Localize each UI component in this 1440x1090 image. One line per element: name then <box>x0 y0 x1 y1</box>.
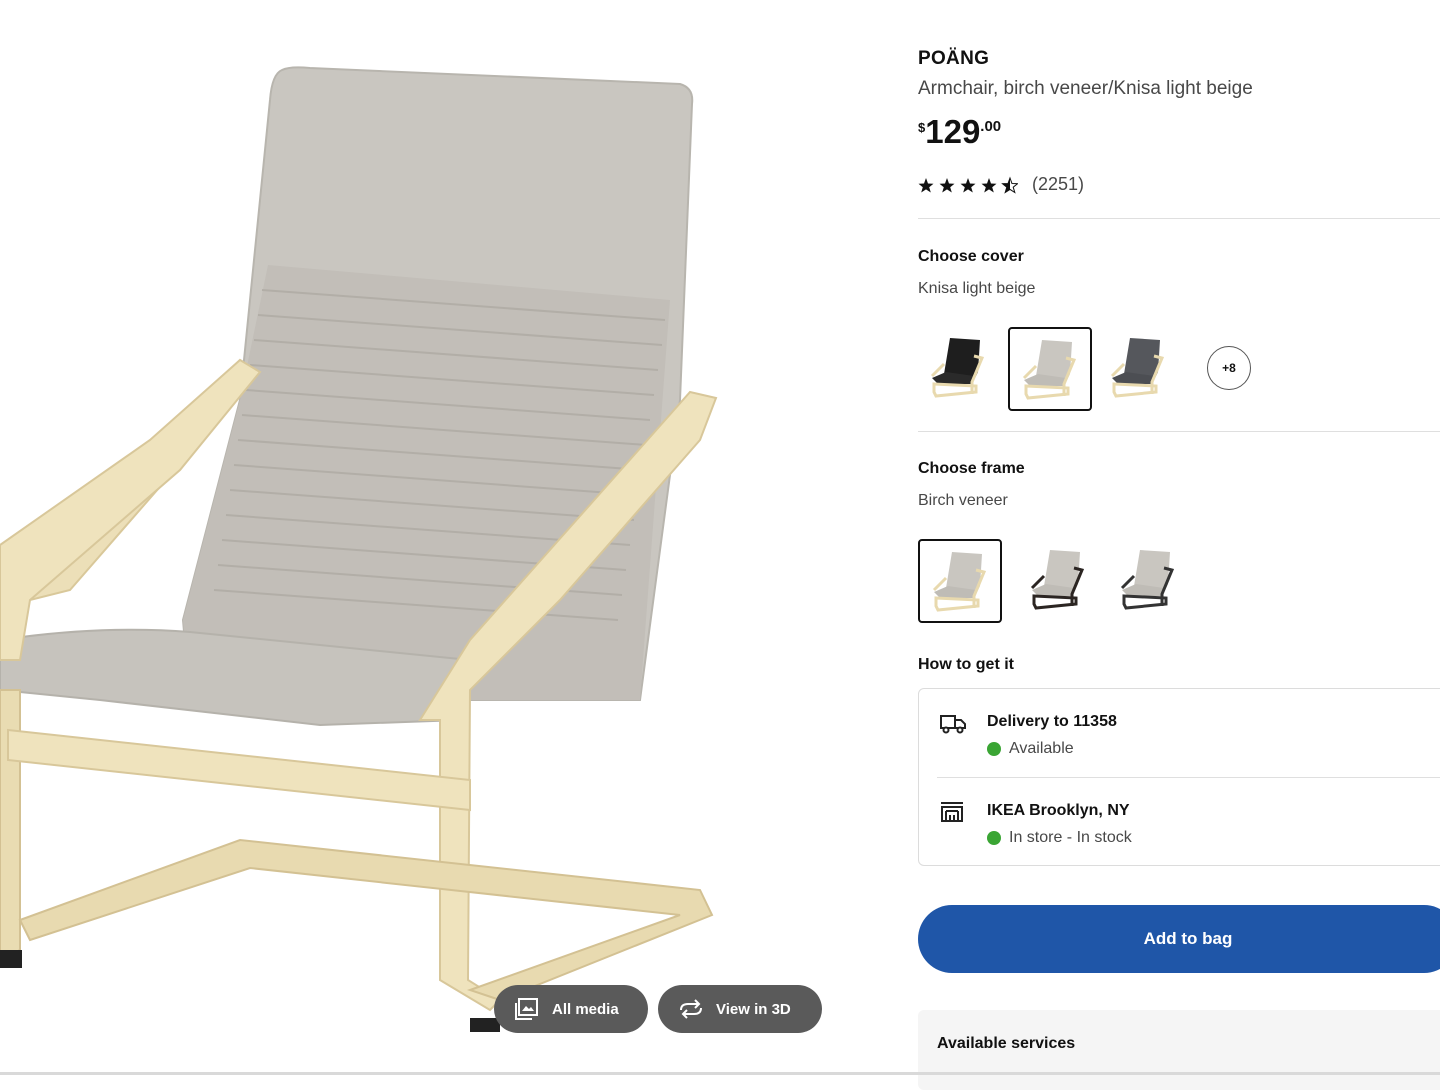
more-covers-button[interactable]: +8 <box>1207 346 1251 390</box>
product-price: $ 129 .00 <box>918 114 1001 150</box>
product-description: Armchair, birch veneer/Knisa light beige <box>918 78 1253 99</box>
rotate-3d-icon <box>680 999 702 1019</box>
frame-swatch-black-brown[interactable] <box>1018 539 1098 619</box>
store-icon <box>941 802 963 822</box>
store-status: In store - In stock <box>987 829 1132 847</box>
product-rating[interactable]: (2251) <box>918 174 1084 195</box>
available-services-section[interactable]: Available services <box>918 1010 1440 1090</box>
available-services-heading: Available services <box>937 1035 1076 1052</box>
selected-frame-label: Birch veneer <box>918 492 1008 509</box>
product-name: POÄNG <box>918 48 990 69</box>
divider <box>918 218 1440 219</box>
price-currency: $ <box>918 120 926 135</box>
add-to-bag-button[interactable]: Add to bag <box>918 905 1440 973</box>
status-dot-icon <box>987 742 1001 756</box>
store-status-text: In store - In stock <box>1009 829 1132 846</box>
chair-thumbnail-icon <box>1022 340 1077 400</box>
frame-swatch-birch[interactable] <box>918 539 1002 623</box>
star-rating-icon <box>918 177 1018 193</box>
choose-cover-heading: Choose cover <box>918 248 1024 265</box>
truck-icon <box>940 715 966 734</box>
chair-thumbnail-icon <box>1120 550 1175 610</box>
status-dot-icon <box>987 831 1001 845</box>
rating-count: (2251) <box>1032 174 1085 194</box>
how-to-get-heading: How to get it <box>918 656 1014 673</box>
view-in-3d-button[interactable]: View in 3D <box>658 985 822 1033</box>
chair-thumbnail-icon <box>930 338 985 398</box>
cover-swatch-light-beige[interactable] <box>1008 327 1092 411</box>
product-info-panel: POÄNG Armchair, birch veneer/Knisa light… <box>918 0 1440 1090</box>
delivery-status: Available <box>987 740 1074 758</box>
chair-thumbnail-icon <box>1110 338 1165 398</box>
selected-cover-label: Knisa light beige <box>918 280 1036 297</box>
store-option[interactable]: IKEA Brooklyn, NY In store - In stock <box>919 778 1440 866</box>
delivery-title: Delivery to 11358 <box>987 713 1117 730</box>
divider <box>918 431 1440 432</box>
product-image-area: All media View in 3D <box>0 0 880 1075</box>
all-media-button[interactable]: All media <box>494 985 648 1033</box>
cover-swatch-black[interactable] <box>918 327 998 407</box>
price-decimal: .00 <box>980 118 1002 135</box>
choose-frame-heading: Choose frame <box>918 460 1025 477</box>
price-whole: 129 <box>925 113 981 150</box>
availability-box: Delivery to 11358 Available IKEA Brookly… <box>918 688 1440 866</box>
frame-swatch-dark[interactable] <box>1108 539 1188 619</box>
delivery-option[interactable]: Delivery to 11358 Available <box>919 689 1440 778</box>
all-media-label: All media <box>552 1000 619 1018</box>
gallery-icon <box>515 998 538 1020</box>
store-title: IKEA Brooklyn, NY <box>987 802 1130 819</box>
chair-thumbnail-icon <box>932 552 987 612</box>
chair-thumbnail-icon <box>1030 550 1085 610</box>
cover-swatch-dark-grey[interactable] <box>1098 327 1178 407</box>
delivery-status-text: Available <box>1009 740 1074 757</box>
view-3d-label: View in 3D <box>716 1000 791 1018</box>
product-image[interactable] <box>0 0 880 1075</box>
